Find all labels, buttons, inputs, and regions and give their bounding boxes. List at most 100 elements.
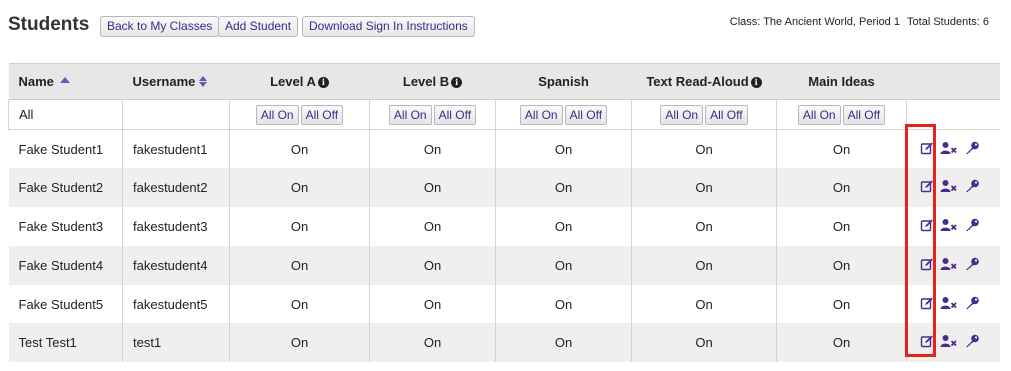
table-row: Fake Student4 fakestudent4 On On On On On bbox=[8, 245, 1000, 285]
edit-icon[interactable] bbox=[920, 141, 934, 158]
remove-user-icon[interactable] bbox=[940, 218, 958, 235]
key-icon[interactable] bbox=[964, 257, 980, 274]
level-a-cell[interactable]: On bbox=[229, 284, 370, 324]
level-a-cell[interactable]: On bbox=[229, 168, 370, 208]
level-b-cell[interactable]: On bbox=[369, 284, 496, 324]
column-header-level-b: Level Bi bbox=[369, 63, 496, 100]
level-a-cell[interactable]: On bbox=[229, 207, 370, 246]
student-name-cell: Test Test1 bbox=[8, 323, 123, 363]
column-header-spanish: Spanish bbox=[495, 63, 632, 100]
column-header-label: Level A bbox=[270, 74, 316, 89]
level-b-cell[interactable]: On bbox=[369, 129, 496, 169]
row-actions-cell bbox=[907, 285, 1000, 324]
edit-icon[interactable] bbox=[920, 179, 934, 196]
spanish-cell[interactable]: On bbox=[495, 129, 632, 169]
main-ideas-cell[interactable]: On bbox=[776, 207, 907, 246]
filter-row: All All On All Off All On All Off All On Al… bbox=[8, 99, 1000, 130]
level-a-cell[interactable]: On bbox=[229, 245, 370, 285]
level-a-all-on-button[interactable]: All On bbox=[255, 104, 299, 125]
main-ideas-toggle-cell: All On All Off bbox=[776, 99, 907, 130]
remove-user-icon[interactable] bbox=[940, 296, 958, 313]
remove-user-icon[interactable] bbox=[940, 334, 958, 351]
text-read-aloud-cell[interactable]: On bbox=[631, 207, 777, 246]
sort-ascending-icon[interactable] bbox=[59, 77, 70, 83]
student-name-cell: Fake Student4 bbox=[8, 245, 123, 285]
key-icon[interactable] bbox=[964, 179, 980, 196]
remove-user-icon[interactable] bbox=[940, 179, 958, 196]
table-header-row: Name Username Level Ai Level Bi Spanish … bbox=[8, 63, 1000, 100]
class-name: Class: The Ancient World, Period 1 bbox=[729, 16, 900, 28]
level-b-cell[interactable]: On bbox=[369, 323, 496, 363]
spanish-all-on-button[interactable]: All On bbox=[519, 104, 563, 125]
text-read-aloud-cell[interactable]: On bbox=[631, 323, 777, 363]
info-icon[interactable]: i bbox=[451, 77, 463, 88]
main-ideas-cell[interactable]: On bbox=[776, 323, 907, 363]
download-instructions-button[interactable]: Download Sign In Instructions bbox=[302, 16, 475, 37]
spanish-cell[interactable]: On bbox=[495, 168, 632, 208]
edit-icon[interactable] bbox=[920, 218, 934, 235]
back-to-classes-button[interactable]: Back to My Classes bbox=[100, 16, 220, 37]
level-b-cell[interactable]: On bbox=[369, 207, 496, 246]
spanish-cell[interactable]: On bbox=[495, 284, 632, 324]
key-icon[interactable] bbox=[964, 141, 980, 158]
filter-actions-cell bbox=[906, 99, 1000, 130]
main-ideas-all-on-button[interactable]: All On bbox=[797, 104, 841, 125]
key-icon[interactable] bbox=[964, 218, 980, 235]
student-name-cell: Fake Student3 bbox=[8, 207, 123, 246]
table-row: Fake Student3 fakestudent3 On On On On On bbox=[8, 207, 1000, 246]
edit-icon[interactable] bbox=[920, 257, 934, 274]
text-read-aloud-all-on-button[interactable]: All On bbox=[660, 104, 704, 125]
text-read-aloud-cell[interactable]: On bbox=[631, 245, 777, 285]
level-a-all-off-button[interactable]: All Off bbox=[300, 104, 344, 125]
sort-icon[interactable] bbox=[199, 76, 208, 87]
username-cell: test1 bbox=[122, 323, 230, 363]
main-ideas-cell[interactable]: On bbox=[776, 129, 907, 169]
column-header-label: Spanish bbox=[538, 74, 589, 89]
students-table: Name Username Level Ai Level Bi Spanish … bbox=[8, 63, 1000, 363]
edit-icon[interactable] bbox=[920, 334, 934, 351]
level-a-cell[interactable]: On bbox=[229, 323, 370, 363]
remove-user-icon[interactable] bbox=[940, 141, 958, 158]
level-b-toggle-cell: All On All Off bbox=[369, 99, 496, 130]
table-row: Fake Student5 fakestudent5 On On On On On bbox=[8, 284, 1000, 324]
table-row: Test Test1 test1 On On On On On bbox=[8, 323, 1000, 363]
row-actions-cell bbox=[906, 168, 1000, 208]
edit-icon[interactable] bbox=[920, 296, 934, 313]
level-a-cell[interactable]: On bbox=[229, 129, 370, 169]
table-row: Fake Student1 fakestudent1 On On On On On bbox=[8, 129, 1000, 169]
username-cell: fakestudent1 bbox=[122, 129, 230, 169]
level-b-all-on-button[interactable]: All On bbox=[388, 104, 432, 125]
text-read-aloud-cell[interactable]: On bbox=[631, 284, 777, 324]
row-actions-cell bbox=[907, 207, 1000, 246]
page-header: Students Back to My Classes Add Student … bbox=[8, 14, 989, 40]
spanish-all-off-button[interactable]: All Off bbox=[564, 104, 608, 125]
text-read-aloud-all-off-button[interactable]: All Off bbox=[705, 104, 748, 125]
column-header-label: Name bbox=[18, 74, 54, 89]
level-b-cell[interactable]: On bbox=[369, 168, 496, 208]
class-info: Class: The Ancient World, Period 1 Total… bbox=[726, 16, 989, 28]
key-icon[interactable] bbox=[964, 334, 980, 351]
remove-user-icon[interactable] bbox=[940, 257, 958, 274]
info-icon[interactable]: i bbox=[317, 77, 329, 88]
level-b-all-off-button[interactable]: All Off bbox=[433, 104, 477, 125]
username-cell: fakestudent2 bbox=[122, 168, 230, 208]
spanish-cell[interactable]: On bbox=[495, 207, 632, 246]
username-cell: fakestudent3 bbox=[122, 207, 230, 246]
main-ideas-cell[interactable]: On bbox=[776, 284, 907, 324]
main-ideas-all-off-button[interactable]: All Off bbox=[842, 104, 886, 125]
level-b-cell[interactable]: On bbox=[369, 245, 496, 285]
text-read-aloud-cell[interactable]: On bbox=[631, 129, 777, 169]
add-student-button[interactable]: Add Student bbox=[218, 16, 299, 37]
spanish-cell[interactable]: On bbox=[495, 245, 632, 285]
main-ideas-cell[interactable]: On bbox=[776, 245, 907, 285]
spanish-cell[interactable]: On bbox=[495, 323, 632, 363]
column-header-name[interactable]: Name bbox=[8, 63, 123, 100]
main-ideas-cell[interactable]: On bbox=[776, 168, 907, 208]
page-title: Students bbox=[8, 14, 90, 35]
key-icon[interactable] bbox=[964, 296, 980, 313]
student-name-cell: Fake Student5 bbox=[8, 284, 123, 324]
text-read-aloud-cell[interactable]: On bbox=[631, 168, 777, 208]
info-icon[interactable]: i bbox=[750, 77, 762, 88]
column-header-label: Main Ideas bbox=[808, 74, 875, 89]
column-header-username[interactable]: Username bbox=[122, 63, 230, 100]
